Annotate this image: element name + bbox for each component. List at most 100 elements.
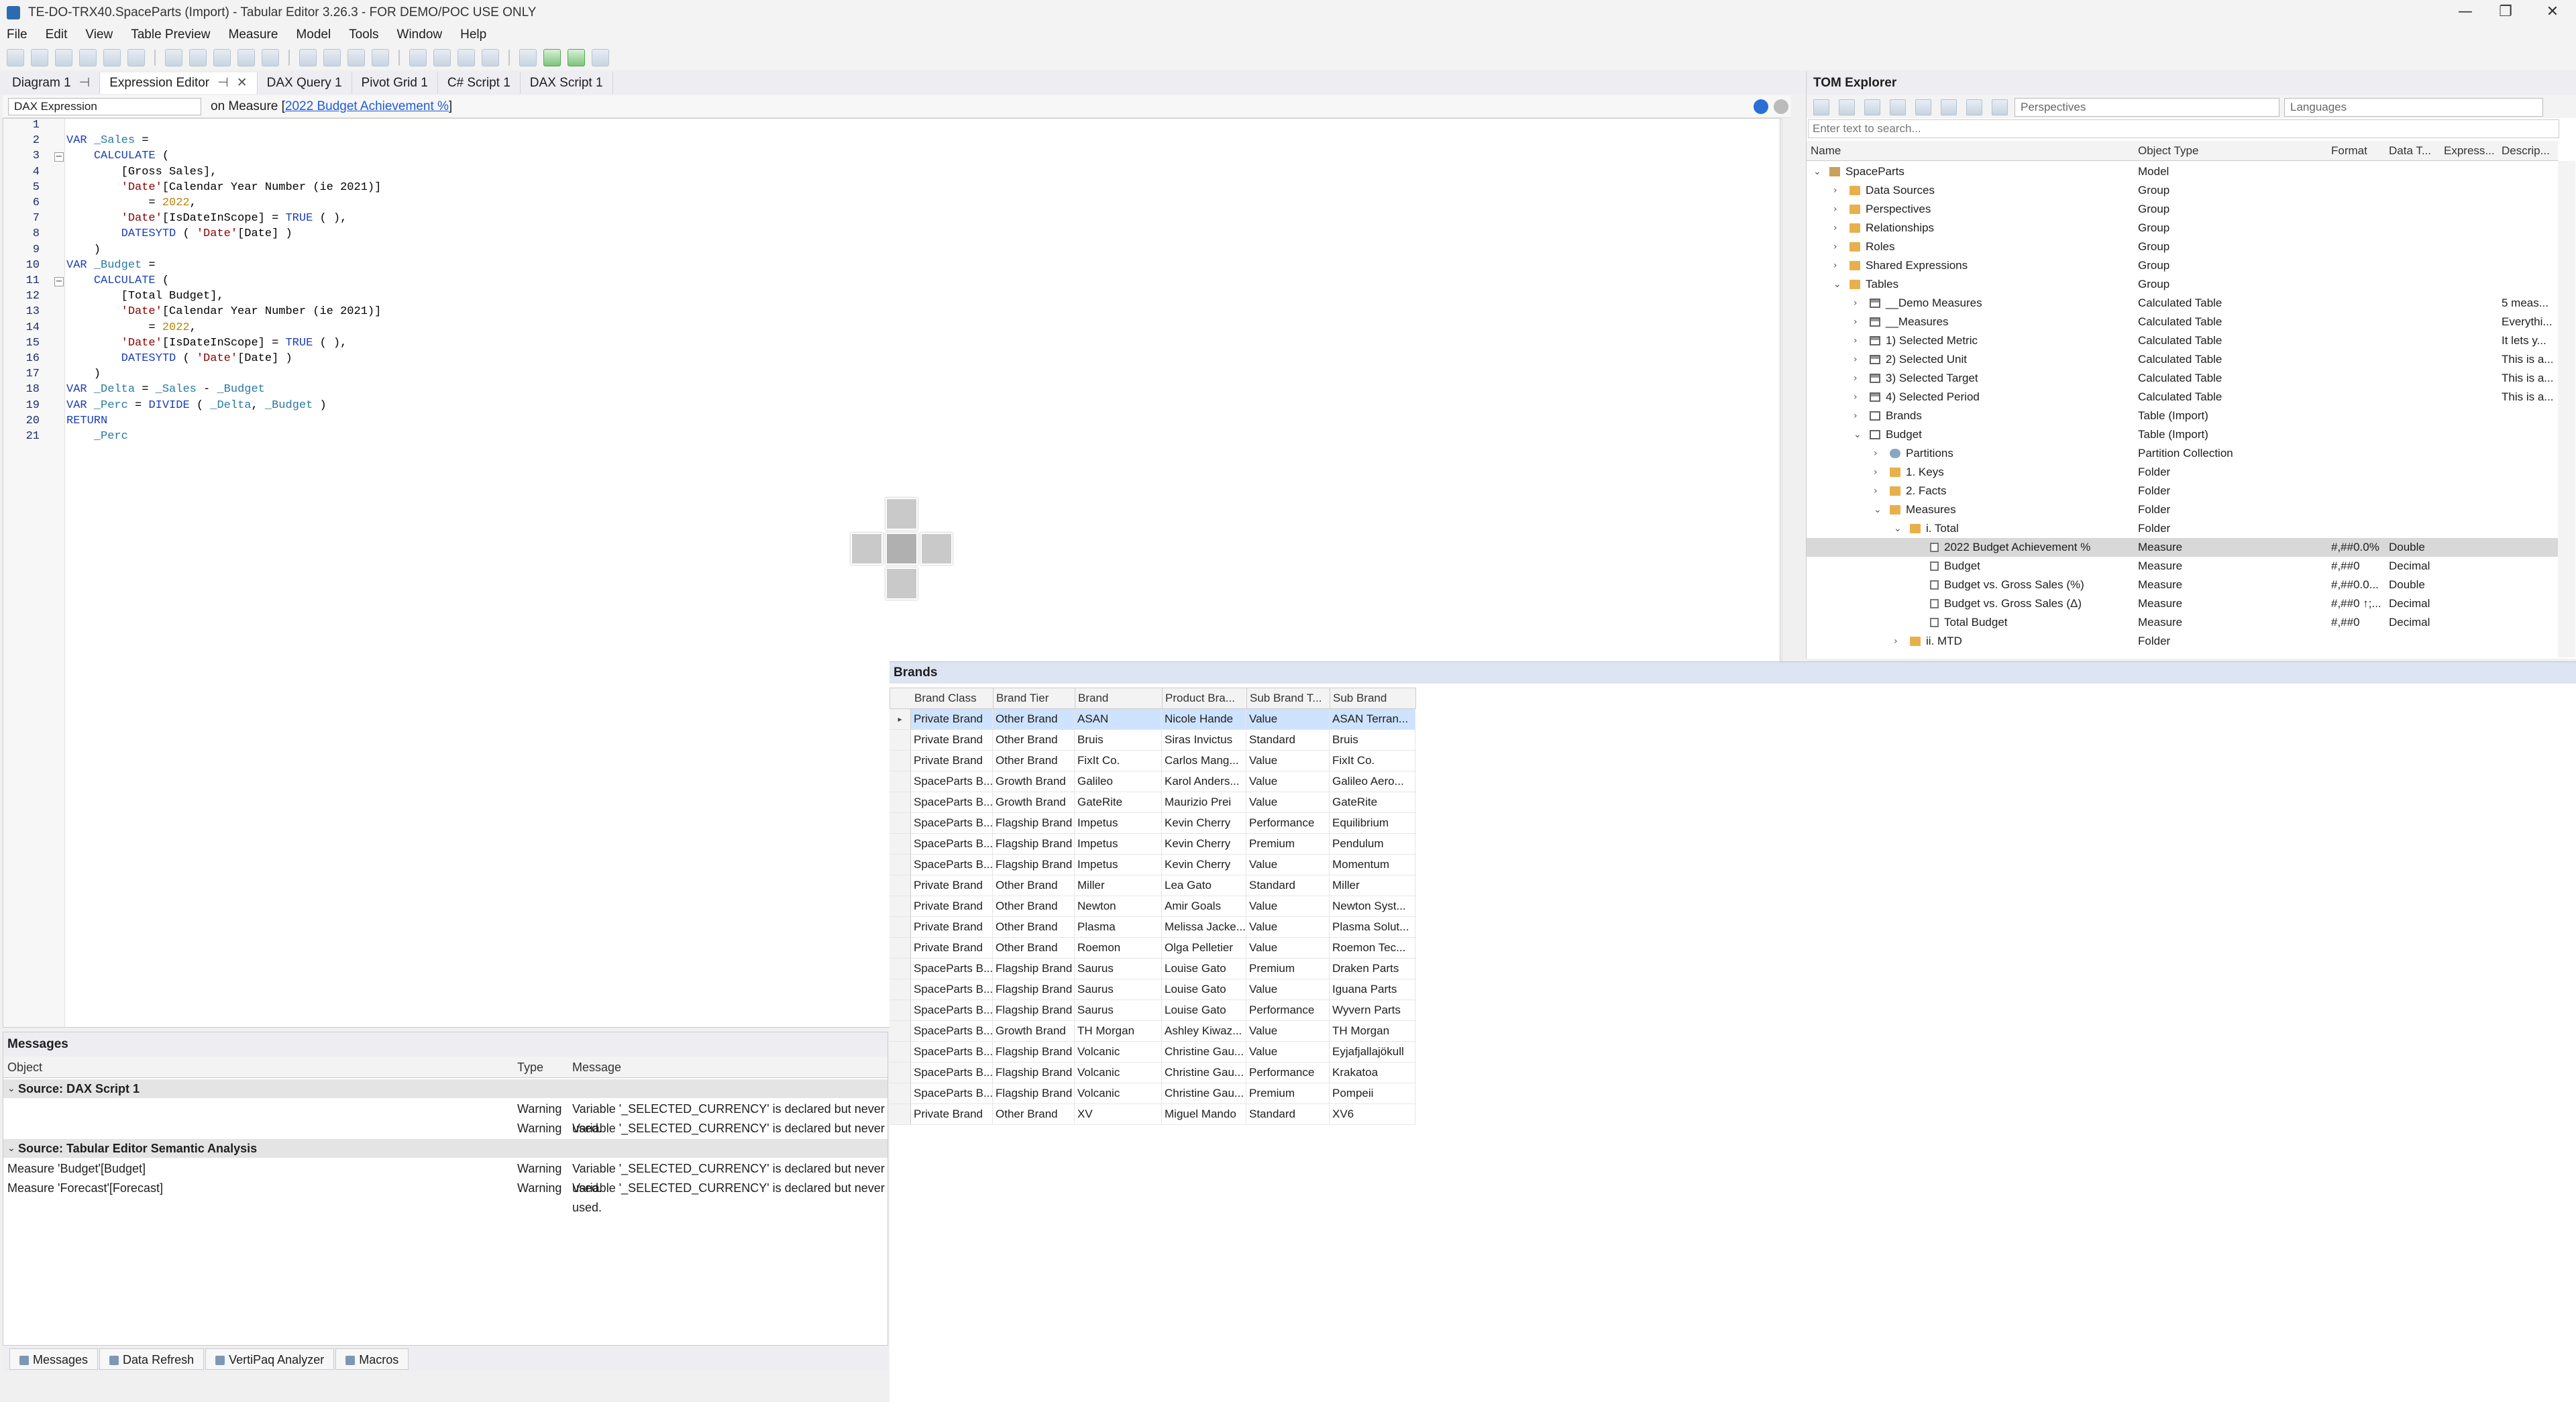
table-cell[interactable]: Miguel Mando [1162, 1104, 1246, 1124]
tom-tree-item[interactable]: Budget vs. Gross Sales (%) Measure #,##0.0… [1807, 576, 2558, 594]
table-cell[interactable]: Flagship Brand [993, 813, 1075, 833]
chevron-right-icon[interactable]: › [1833, 237, 1837, 256]
new-measure-icon[interactable] [213, 49, 231, 66]
chevron-right-icon[interactable]: › [1833, 256, 1837, 275]
menu-window[interactable]: Window [397, 28, 443, 42]
tom-tree-item[interactable]: › Shared Expressions Group [1807, 256, 2558, 275]
table-cell[interactable]: Private Brand [911, 751, 993, 771]
undo-icon[interactable] [372, 49, 389, 66]
show-hierarchies-icon[interactable] [1864, 99, 1880, 115]
table-cell[interactable]: Kevin Cherry [1162, 813, 1246, 833]
chevron-right-icon[interactable]: › [1854, 407, 1858, 425]
tom-tree-item[interactable]: › Relationships Group [1807, 219, 2558, 237]
open-database-icon[interactable] [55, 49, 72, 66]
table-cell[interactable]: Nicole Hande [1162, 709, 1246, 729]
table-cell[interactable]: Value [1246, 917, 1330, 937]
tab-c-script-1[interactable]: C# Script 1 [438, 72, 521, 94]
chevron-down-icon[interactable]: ⌄ [1894, 519, 1902, 538]
code-line[interactable]: RETURN [66, 415, 107, 427]
chevron-right-icon[interactable]: › [1833, 181, 1837, 200]
format-dax-icon[interactable] [409, 49, 427, 66]
brands-col-0[interactable]: Brand Class [912, 688, 994, 708]
table-cell[interactable]: Wyvern Parts [1330, 1000, 1415, 1020]
table-cell[interactable]: TH Morgan [1330, 1021, 1415, 1041]
table-cell[interactable]: Flagship Brand [993, 834, 1075, 854]
row-selector[interactable] [890, 1000, 911, 1020]
table-cell[interactable]: XV6 [1330, 1104, 1415, 1124]
table-cell[interactable]: Bruis [1330, 730, 1415, 750]
bottom-tab-vertipaq-analyzer[interactable]: VertiPaq Analyzer [205, 1348, 335, 1370]
row-selector[interactable] [890, 1063, 911, 1083]
table-cell[interactable]: Other Brand [993, 709, 1075, 729]
code-line[interactable]: VAR _Sales = [66, 134, 148, 147]
row-selector[interactable] [890, 813, 911, 833]
row-selector[interactable]: ▸ [890, 709, 911, 729]
table-cell[interactable]: Value [1246, 938, 1330, 958]
save-all-icon[interactable] [103, 49, 121, 66]
tom-tree-item[interactable]: ⌄ Measures Folder [1807, 500, 2558, 519]
brands-col-4[interactable]: Sub Brand T... [1247, 688, 1330, 708]
table-cell[interactable]: Ashley Kiwaz... [1162, 1021, 1246, 1041]
row-selector[interactable] [890, 896, 911, 916]
table-row[interactable]: SpaceParts B... Flagship Brand Volcanic Chr… [890, 1063, 1416, 1083]
close-button[interactable]: ✕ [2529, 0, 2576, 24]
table-cell[interactable]: Galileo [1075, 771, 1162, 792]
chevron-down-icon[interactable]: ⌄ [1833, 275, 1841, 294]
table-cell[interactable]: Plasma [1075, 917, 1162, 937]
row-selector[interactable] [890, 730, 911, 750]
expression-property-select[interactable]: DAX Expression [8, 98, 201, 115]
tom-col-format[interactable]: Format [2331, 141, 2367, 161]
table-cell[interactable]: Olga Pelletier [1162, 938, 1246, 958]
table-cell[interactable]: SpaceParts B... [911, 813, 993, 833]
table-cell[interactable]: Value [1246, 751, 1330, 771]
message-row[interactable]: Warning Variable '_SELECTED_CURRENCY' is … [3, 1099, 888, 1135]
table-cell[interactable]: Other Brand [993, 730, 1075, 750]
table-cell[interactable]: Flagship Brand [993, 959, 1075, 979]
row-selector[interactable] [890, 1042, 911, 1062]
table-row[interactable]: SpaceParts B... Flagship Brand Impetus Kevi… [890, 834, 1416, 855]
table-cell[interactable]: Volcanic [1075, 1063, 1162, 1083]
table-cell[interactable]: Louise Gato [1162, 1000, 1246, 1020]
table-cell[interactable]: Saurus [1075, 959, 1162, 979]
table-cell[interactable]: Melissa Jacke... [1162, 917, 1246, 937]
show-columns-grid-icon[interactable] [1966, 99, 1982, 115]
bottom-tab-data-refresh[interactable]: Data Refresh [99, 1348, 205, 1370]
menu-table-preview[interactable]: Table Preview [131, 28, 210, 42]
table-cell[interactable]: Value [1246, 979, 1330, 1000]
brands-col-3[interactable]: Product Bra... [1163, 688, 1247, 708]
lightbulb-icon[interactable] [482, 49, 499, 66]
code-line[interactable]: DATESYTD ( 'Date'[Date] ) [66, 227, 292, 240]
row-selector[interactable] [890, 771, 911, 792]
table-cell[interactable]: Draken Parts [1330, 959, 1415, 979]
code-line[interactable]: = 2022, [66, 321, 196, 334]
code-line[interactable]: 'Date'[IsDateInScope] = TRUE ( ), [66, 212, 347, 225]
brands-col-2[interactable]: Brand [1075, 688, 1163, 708]
table-cell[interactable]: Volcanic [1075, 1042, 1162, 1062]
table-cell[interactable]: Christine Gau... [1162, 1083, 1246, 1103]
table-row[interactable]: Private Brand Other Brand Miller Lea Gato St… [890, 875, 1416, 896]
table-cell[interactable]: Flagship Brand [993, 979, 1075, 1000]
table-cell[interactable]: Kevin Cherry [1162, 855, 1246, 875]
fold-toggle-icon[interactable]: − [54, 152, 64, 162]
table-cell[interactable]: Performance [1246, 1000, 1330, 1020]
bottom-tab-messages[interactable]: Messages [9, 1348, 99, 1370]
table-cell[interactable]: Value [1246, 792, 1330, 812]
table-cell[interactable]: Christine Gau... [1162, 1042, 1246, 1062]
tom-tree-item[interactable]: Budget Measure #,##0 Decimal [1807, 557, 2558, 576]
message-row[interactable]: Warning Variable '_SELECTED_CURRENCY' is … [3, 1119, 888, 1154]
menu-tools[interactable]: Tools [349, 28, 378, 42]
table-cell[interactable]: Other Brand [993, 938, 1075, 958]
code-line[interactable]: 'Date'[Calendar Year Number (ie 2021)] [66, 181, 382, 194]
table-row[interactable]: SpaceParts B... Flagship Brand Saurus Louis… [890, 959, 1416, 979]
table-cell[interactable]: Private Brand [911, 875, 993, 896]
tom-tree-item[interactable]: › Roles Group [1807, 237, 2558, 256]
table-cell[interactable]: Other Brand [993, 1104, 1075, 1124]
row-selector[interactable] [890, 979, 911, 1000]
table-row[interactable]: Private Brand Other Brand Bruis Siras Invic… [890, 730, 1416, 751]
table-row[interactable]: SpaceParts B... Flagship Brand Volcanic Chr… [890, 1042, 1416, 1063]
uncomment-icon[interactable] [458, 49, 475, 66]
table-row[interactable]: SpaceParts B... Flagship Brand Volcanic Chr… [890, 1083, 1416, 1104]
row-selector[interactable] [890, 917, 911, 937]
tom-tree-item[interactable]: 2022 Budget Achievement % Measure #,##0.0%… [1807, 538, 2558, 557]
table-row[interactable]: SpaceParts B... Flagship Brand Impetus Kevi… [890, 855, 1416, 875]
